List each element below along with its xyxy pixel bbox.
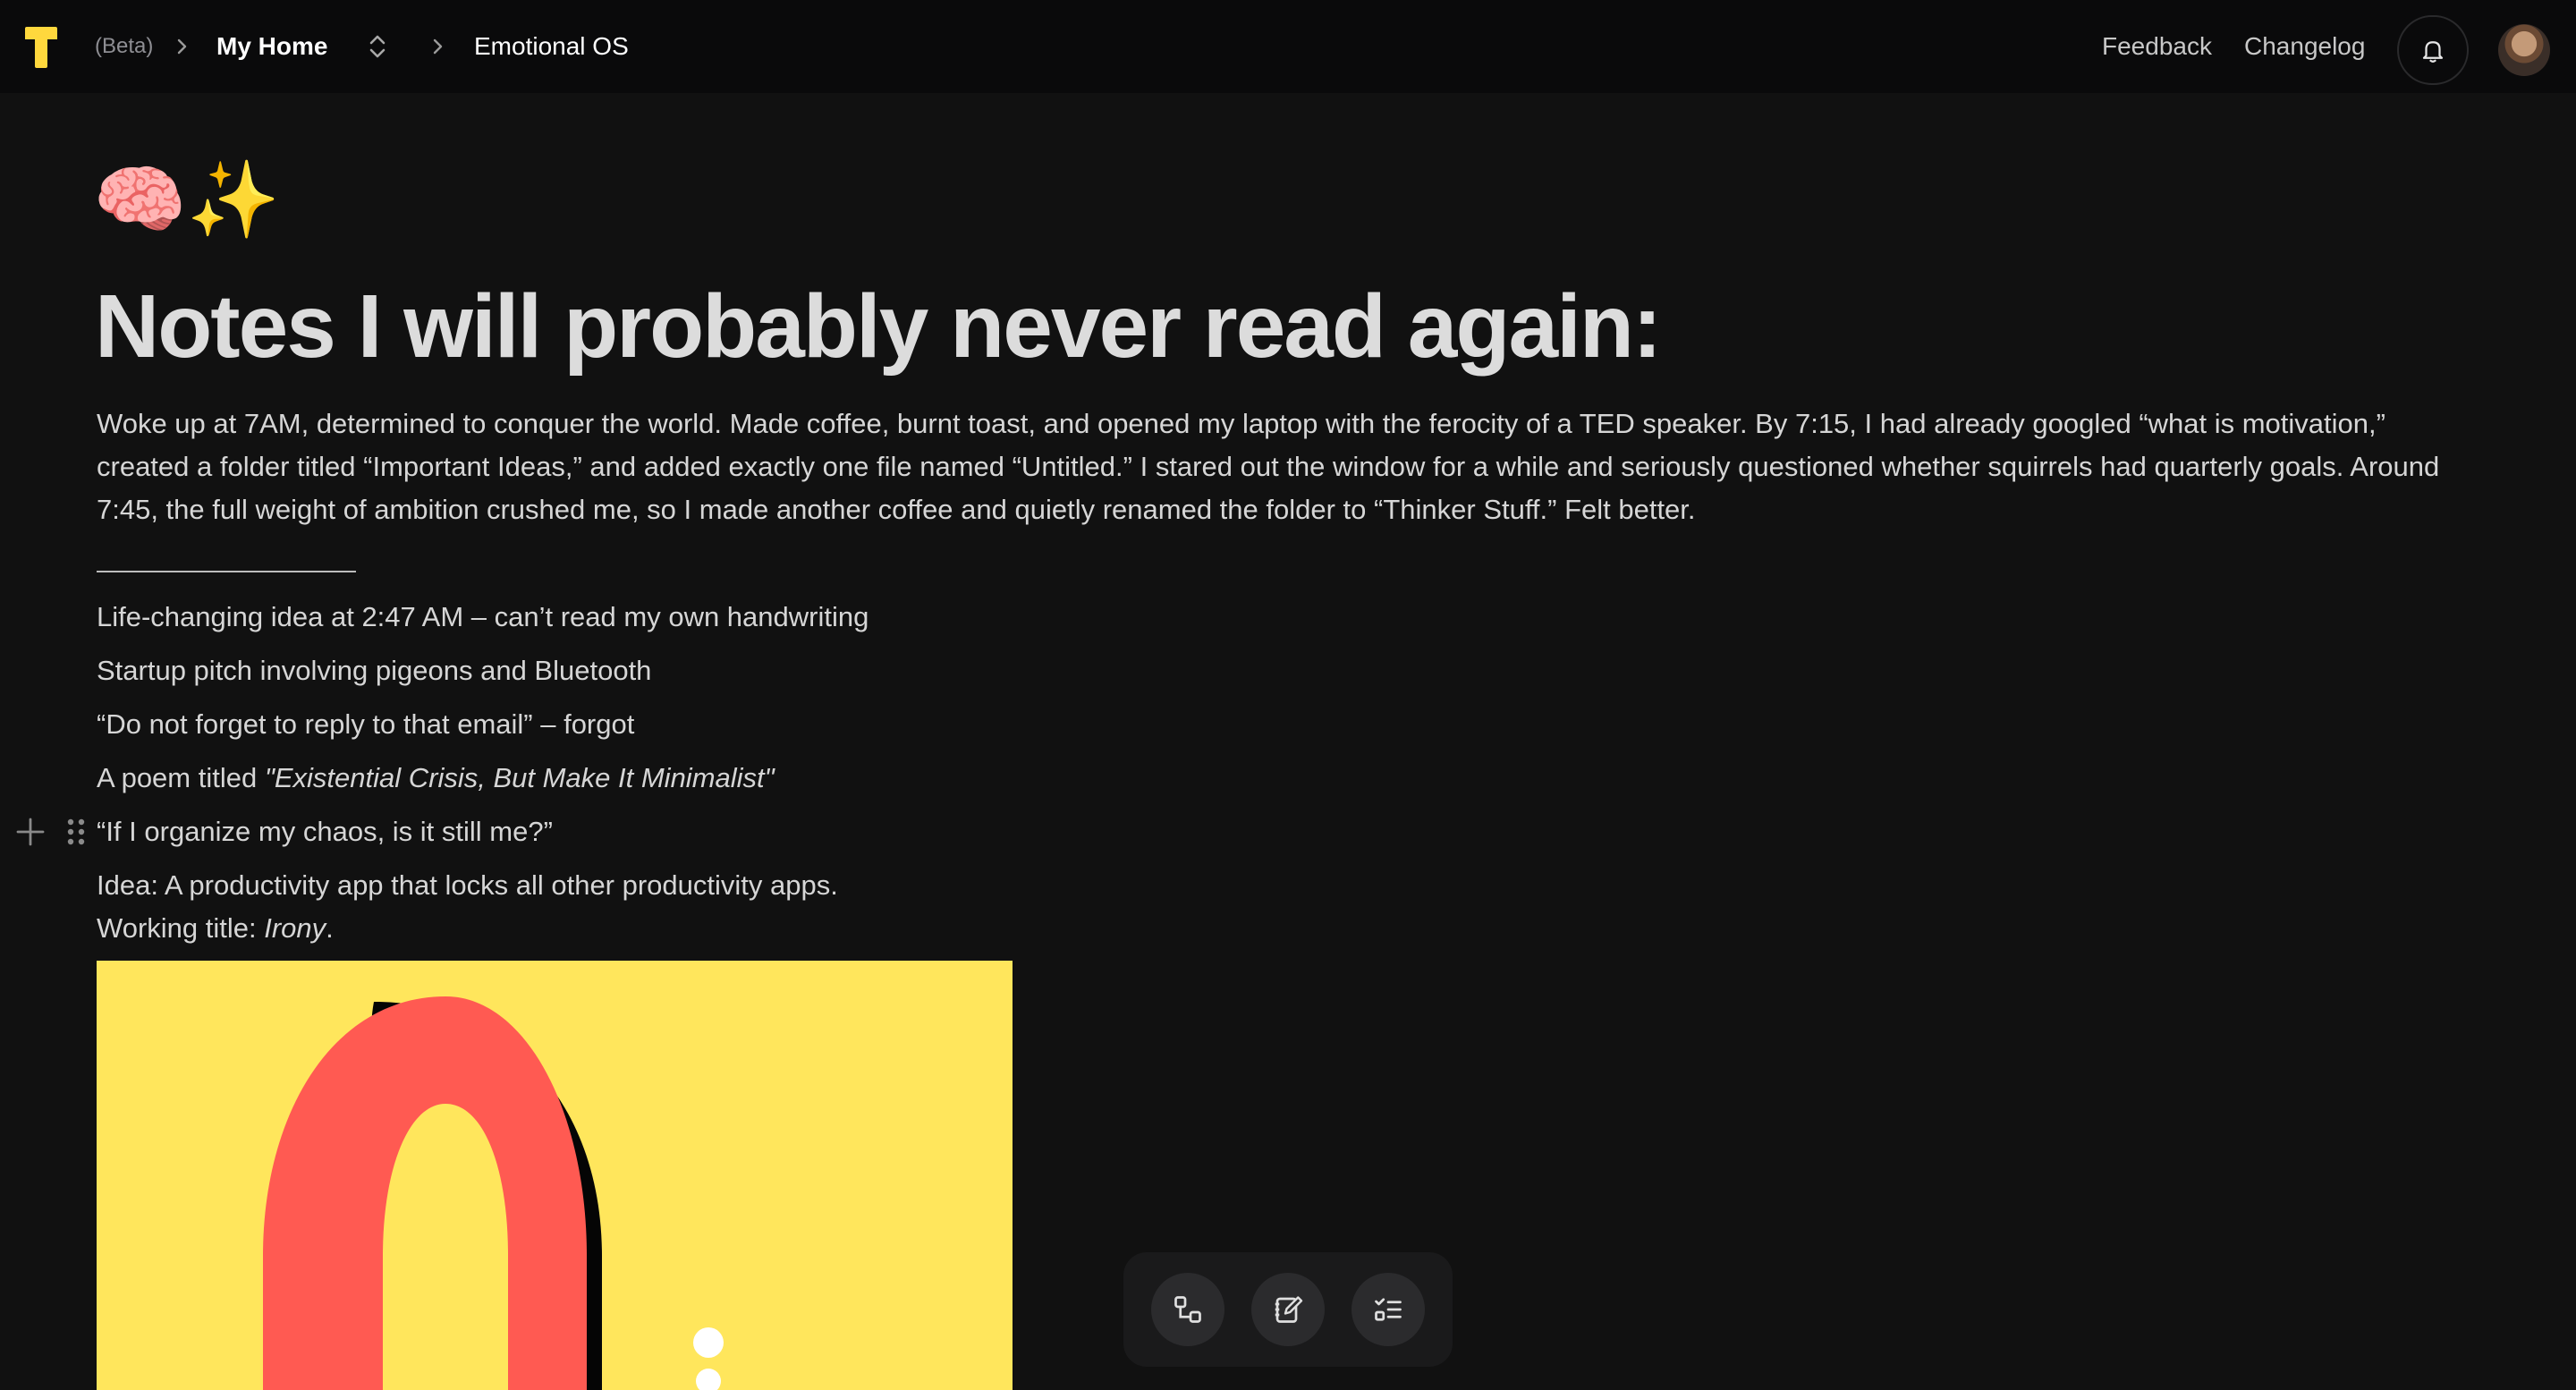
block-controls	[14, 816, 86, 848]
working-title-suffix: .	[326, 912, 334, 944]
page-icon[interactable]: 🧠✨	[93, 157, 280, 242]
working-title-prefix: Working title:	[97, 912, 265, 944]
edit-note-button[interactable]	[1251, 1273, 1325, 1346]
list-item[interactable]: Working title: Irony.	[97, 907, 1259, 950]
plus-icon[interactable]	[14, 816, 47, 848]
edit-note-icon	[1275, 1296, 1303, 1323]
list-item[interactable]: “Do not forget to reply to that email” –…	[97, 703, 1259, 746]
list-item[interactable]: A poem titled "Existential Crisis, But M…	[97, 757, 1259, 800]
avatar[interactable]	[2498, 24, 2550, 76]
list-item[interactable]: “If I organize my chaos, is it still me?…	[97, 810, 1259, 853]
list-item[interactable]: Startup pitch involving pigeons and Blue…	[97, 649, 1259, 692]
changelog-link[interactable]: Changelog	[2244, 0, 2365, 93]
paragraph-block[interactable]: Woke up at 7AM, determined to conquer th…	[97, 403, 2476, 531]
poem-title: "Existential Crisis, But Make It Minimal…	[264, 762, 775, 793]
drag-handle-icon[interactable]	[66, 817, 86, 847]
divider	[97, 571, 356, 572]
feedback-link[interactable]: Feedback	[2102, 0, 2212, 93]
connect-nodes-button[interactable]	[1151, 1273, 1224, 1346]
chevron-up-down-icon[interactable]	[361, 0, 394, 93]
breadcrumb-workspace[interactable]: My Home	[216, 0, 327, 93]
checklist-button[interactable]	[1352, 1273, 1425, 1346]
connect-nodes-icon	[1174, 1296, 1201, 1323]
notifications-button[interactable]	[2397, 15, 2469, 85]
chevron-right-icon	[175, 0, 190, 93]
breadcrumb-page[interactable]: Emotional OS	[474, 0, 629, 93]
page-title[interactable]: Notes I will probably never read again:	[95, 268, 2510, 385]
poem-prefix: A poem titled	[97, 762, 265, 793]
list-item[interactable]: Idea: A productivity app that locks all …	[97, 864, 1259, 907]
top-bar: (Beta) My Home Emotional OS Feedback Cha…	[0, 0, 2576, 93]
t-logo-icon[interactable]	[23, 25, 59, 70]
chevron-right-icon	[431, 0, 445, 93]
illustration	[97, 961, 1013, 1390]
beta-label: (Beta)	[95, 34, 154, 58]
checklist-icon	[1375, 1298, 1402, 1321]
floating-toolbar	[1123, 1252, 1453, 1367]
list-item[interactable]: Life-changing idea at 2:47 AM – can’t re…	[97, 596, 1259, 639]
working-title: Irony	[264, 912, 326, 944]
bell-icon	[2422, 41, 2444, 63]
image-block[interactable]	[97, 961, 1013, 1390]
